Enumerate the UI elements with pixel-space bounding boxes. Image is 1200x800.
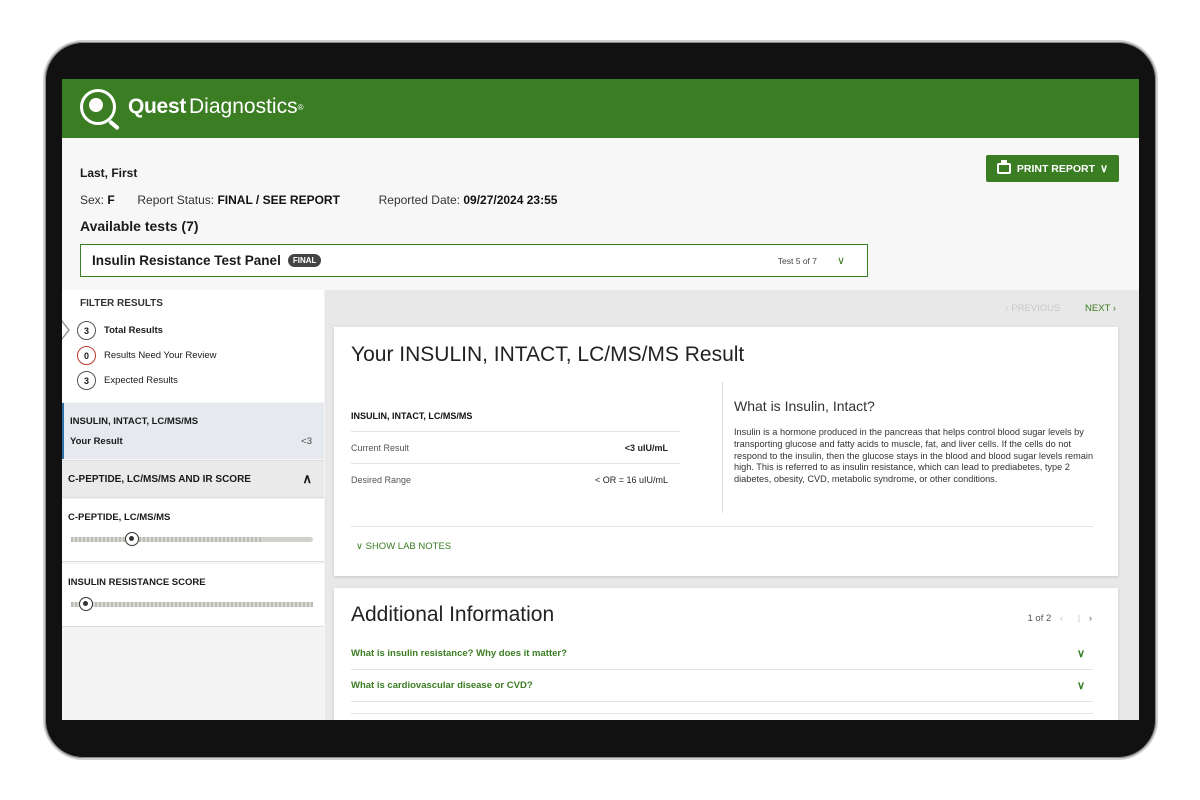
range-marker <box>78 597 93 611</box>
results-sidebar: FILTER RESULTS 3 Total Results 0 Results… <box>62 290 324 720</box>
chevron-down-icon: ∨ <box>1076 680 1085 692</box>
additional-info-card: Additional Information 1 of 2 ‹ | › What… <box>334 588 1118 720</box>
status-label: Report Status: <box>137 193 215 207</box>
sidebar-group-title: C-PEPTIDE, LC/MS/MS AND IR SCORE <box>68 474 251 485</box>
quest-logo-icon <box>80 89 116 125</box>
sidebar-item-title: INSULIN, INTACT, LC/MS/MS <box>70 416 199 427</box>
date-label: Reported Date: <box>378 193 460 207</box>
filter-expected-results[interactable]: 3 Expected Results <box>77 371 178 390</box>
additional-info-title: Additional Information <box>351 603 555 626</box>
logo-registered-mark: ® <box>297 102 304 112</box>
current-result-row: Current Result <3 uIU/mL <box>351 432 680 464</box>
result-title: Your INSULIN, INTACT, LC/MS/MS Result <box>351 343 745 366</box>
filter-label: Expected Results <box>104 375 178 386</box>
faq-question: What is insulin resistance? Why does it … <box>351 648 567 659</box>
sex-value: F <box>107 193 115 207</box>
results-content: ‹ PREVIOUS NEXT › Your INSULIN, INTACT, … <box>325 290 1139 720</box>
filter-label: Results Need Your Review <box>104 350 217 361</box>
next-link[interactable]: NEXT › <box>1085 303 1116 314</box>
range-bar-fill <box>71 537 261 542</box>
current-result-value: <3 uIU/mL <box>624 442 668 453</box>
sidebar-item-insulin-resistance-score[interactable]: INSULIN RESISTANCE SCORE <box>62 564 324 627</box>
chevron-right-icon[interactable]: › <box>1089 613 1092 624</box>
patient-name: Last, First <box>80 166 138 180</box>
date-value: 09/27/2024 23:55 <box>463 193 558 207</box>
filter-need-review[interactable]: 0 Results Need Your Review <box>77 346 216 365</box>
chevron-down-icon: ∨ <box>1076 648 1085 660</box>
result-table: INSULIN, INTACT, LC/MS/MS Current Result… <box>351 400 680 496</box>
brand-bar: Quest Diagnostics ® <box>62 79 1139 138</box>
show-lab-notes-toggle[interactable]: ∨ SHOW LAB NOTES <box>356 541 451 552</box>
result-pager: ‹ PREVIOUS NEXT › <box>1005 303 1116 314</box>
sidebar-item-result-label: Your Result <box>70 436 123 447</box>
count-badge: 3 <box>77 371 96 390</box>
additional-info-pager: 1 of 2 ‹ | › <box>1027 613 1092 624</box>
logo-text-regular: Diagnostics <box>189 95 298 118</box>
status-badge: FINAL <box>287 254 322 267</box>
sidebar-item-result-value: <3 <box>301 436 312 447</box>
pager-separator: | <box>1077 613 1081 624</box>
count-badge: 3 <box>77 321 96 340</box>
report-meta: Sex: F Report Status: FINAL / SEE REPORT… <box>80 193 557 207</box>
quest-logo[interactable]: Quest Diagnostics ® <box>80 89 303 125</box>
print-report-button[interactable]: PRINT REPORT ∨ <box>986 155 1119 182</box>
chevron-left-icon[interactable]: ‹ <box>1060 613 1063 624</box>
filter-results-panel: FILTER RESULTS 3 Total Results 0 Results… <box>62 290 324 402</box>
desired-range-value: < OR = 16 uIU/mL <box>594 475 668 485</box>
report-header: Last, First Sex: F Report Status: FINAL … <box>62 138 1139 290</box>
result-table-head-text: INSULIN, INTACT, LC/MS/MS <box>351 410 473 421</box>
additional-page-count: 1 of 2 <box>1027 613 1052 624</box>
previous-link[interactable]: ‹ PREVIOUS <box>1005 303 1060 314</box>
range-bar-fill <box>71 602 313 607</box>
divider <box>351 702 1093 714</box>
app-screen: Quest Diagnostics ® Last, First Sex: F R… <box>62 79 1139 720</box>
faq-item[interactable]: What is cardiovascular disease or CVD? ∨ <box>351 670 1093 702</box>
chevron-down-icon: ∨ <box>356 541 363 552</box>
test-selector-name: Insulin Resistance Test Panel <box>92 253 281 268</box>
range-bar <box>71 532 313 546</box>
filter-total-results[interactable]: 3 Total Results <box>77 321 163 340</box>
faq-question: What is cardiovascular disease or CVD? <box>351 680 533 691</box>
printer-icon <box>996 160 1011 174</box>
count-badge: 0 <box>77 346 96 365</box>
print-report-label: PRINT REPORT <box>1016 162 1096 175</box>
available-tests-heading: Available tests (7) <box>80 218 199 234</box>
range-marker <box>124 532 139 546</box>
chevron-down-icon: ∨ <box>836 255 845 267</box>
current-result-label: Current Result <box>351 442 410 453</box>
status-value: FINAL / SEE REPORT <box>217 193 340 207</box>
sidebar-item-insulin-intact[interactable]: INSULIN, INTACT, LC/MS/MS Your Result <3 <box>62 403 324 459</box>
test-count: Test 5 of 7 <box>777 255 817 266</box>
test-selector[interactable]: Insulin Resistance Test Panel FINAL Test… <box>80 244 868 277</box>
selected-filter-marker <box>62 320 72 340</box>
desired-range-row: Desired Range < OR = 16 uIU/mL <box>351 464 680 496</box>
sidebar-item-title: INSULIN RESISTANCE SCORE <box>68 577 206 588</box>
sidebar-item-title: C-PEPTIDE, LC/MS/MS <box>68 512 171 523</box>
logo-text-bold: Quest <box>128 95 187 118</box>
info-text: Insulin is a hormone produced in the pan… <box>734 427 1094 485</box>
chevron-down-icon: ∨ <box>1100 163 1109 175</box>
desired-range-label: Desired Range <box>351 475 412 485</box>
divider <box>722 382 723 513</box>
filter-label: Total Results <box>104 325 163 336</box>
range-bar <box>71 597 313 611</box>
faq-item[interactable]: What is insulin resistance? Why does it … <box>351 638 1093 670</box>
result-table-header: INSULIN, INTACT, LC/MS/MS <box>351 400 680 432</box>
sidebar-group-c-peptide[interactable]: C-PEPTIDE, LC/MS/MS AND IR SCORE ∧ <box>62 460 324 498</box>
sex-label: Sex: <box>80 193 105 207</box>
result-card: Your INSULIN, INTACT, LC/MS/MS Result IN… <box>334 327 1118 576</box>
divider <box>351 526 1093 527</box>
sidebar-item-c-peptide[interactable]: C-PEPTIDE, LC/MS/MS <box>62 499 324 562</box>
chevron-up-icon: ∧ <box>302 471 312 486</box>
show-lab-notes-label: SHOW LAB NOTES <box>365 541 452 552</box>
info-title: What is Insulin, Intact? <box>734 398 875 414</box>
filter-title: FILTER RESULTS <box>80 298 163 309</box>
